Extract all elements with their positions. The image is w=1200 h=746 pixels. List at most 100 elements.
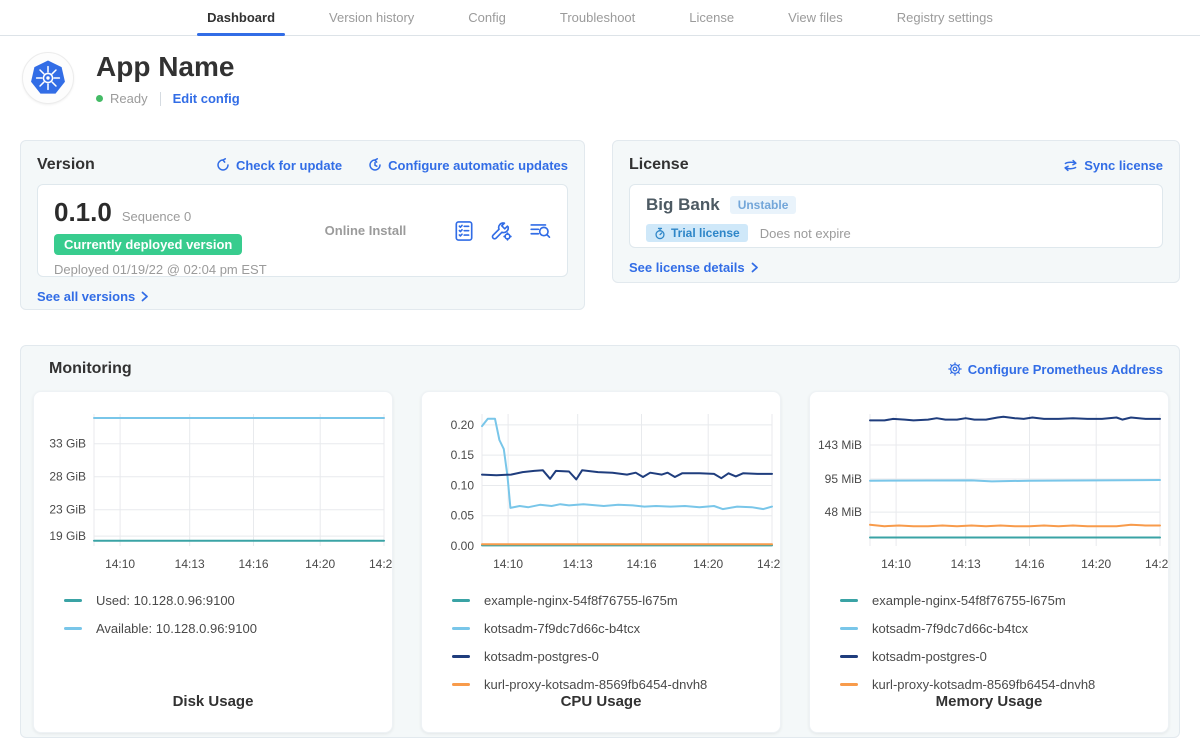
legend-dash-icon (452, 599, 470, 602)
configure-prometheus-link[interactable]: Configure Prometheus Address (948, 362, 1163, 377)
disk-usage-chart: 14:10 14:13 14:16 14:20 14:23 33 GiB 28 GiB 23 … (34, 400, 392, 582)
legend-dash-icon (452, 655, 470, 658)
legend-item: example-nginx-54f8f76755-l675m (452, 586, 780, 614)
gear-icon (948, 362, 962, 376)
memory-usage-chart-card: 14:1014:1314:1614:2014:23143 MiB95 MiB48… (809, 391, 1169, 733)
legend-dash-icon (840, 627, 858, 630)
tab-registry-settings[interactable]: Registry settings (887, 0, 1003, 35)
legend-label: Used: 10.128.0.96:9100 (96, 593, 235, 608)
current-version-panel: 0.1.0 Sequence 0 Currently deployed vers… (37, 184, 568, 277)
svg-text:33 GiB: 33 GiB (49, 437, 86, 451)
legend-item: example-nginx-54f8f76755-l675m (840, 586, 1168, 614)
legend-item: kotsadm-postgres-0 (840, 642, 1168, 670)
svg-text:14:13: 14:13 (563, 557, 593, 571)
chart-title: Disk Usage (34, 693, 392, 710)
svg-text:0.10: 0.10 (451, 478, 475, 492)
check-for-update-link[interactable]: Check for update (216, 158, 342, 173)
legend-item: Available: 10.128.0.96:9100 (64, 614, 392, 642)
legend-label: kurl-proxy-kotsadm-8569fb6454-dnvh8 (872, 677, 1095, 692)
license-panel: Big Bank Unstable Trial license Does not… (629, 184, 1163, 248)
license-card: License Sync license Big Bank Unstable T… (612, 140, 1180, 283)
svg-text:0.05: 0.05 (451, 509, 475, 523)
app-logo (22, 52, 74, 104)
svg-text:14:20: 14:20 (305, 557, 335, 571)
cpu-usage-chart: 14:10 14:13 14:16 14:20 14:23 0.20 0.15 0.10 0.0… (422, 400, 780, 582)
legend-label: Available: 10.128.0.96:9100 (96, 621, 257, 636)
tab-dashboard[interactable]: Dashboard (197, 0, 285, 35)
svg-text:14:20: 14:20 (693, 557, 723, 571)
license-expiration: Does not expire (760, 226, 851, 241)
configure-automatic-updates-link[interactable]: Configure automatic updates (368, 158, 568, 173)
tab-view-files[interactable]: View files (778, 0, 853, 35)
monitoring-title: Monitoring (49, 360, 132, 378)
cpu-usage-chart-card: 14:10 14:13 14:16 14:20 14:23 0.20 0.15 0.10 0.0… (421, 391, 781, 733)
svg-text:14:16: 14:16 (626, 557, 656, 571)
see-all-versions-link[interactable]: See all versions (37, 289, 149, 304)
svg-text:14:16: 14:16 (238, 557, 268, 571)
deployed-timestamp: Deployed 01/19/22 @ 02:04 pm EST (54, 262, 267, 277)
install-type: Online Install (325, 223, 407, 238)
stopwatch-icon (654, 227, 666, 240)
tab-troubleshoot[interactable]: Troubleshoot (550, 0, 645, 35)
svg-text:14:16: 14:16 (1014, 557, 1044, 571)
status-dot (96, 95, 103, 102)
legend-dash-icon (452, 683, 470, 686)
svg-text:14:10: 14:10 (105, 557, 135, 571)
legend-item: kotsadm-postgres-0 (452, 642, 780, 670)
version-card-title: Version (37, 156, 95, 174)
legend-dash-icon (452, 627, 470, 630)
view-logs-icon[interactable] (529, 220, 551, 242)
top-nav: Dashboard Version history Config Troublesho… (0, 0, 1200, 36)
page-title: App Name (96, 52, 240, 82)
disk-usage-chart-card: 14:10 14:13 14:16 14:20 14:23 33 GiB 28 GiB 23 … (33, 391, 393, 733)
tab-config[interactable]: Config (458, 0, 516, 35)
svg-text:14:23: 14:23 (1145, 557, 1168, 571)
svg-text:0.20: 0.20 (451, 418, 475, 432)
svg-text:143 MiB: 143 MiB (818, 438, 862, 452)
svg-text:23 GiB: 23 GiB (49, 503, 86, 517)
chart-title: Memory Usage (810, 693, 1168, 710)
license-type-badge: Trial license (646, 224, 748, 242)
kubernetes-icon (29, 59, 67, 97)
svg-text:14:13: 14:13 (951, 557, 981, 571)
legend-item: kotsadm-7f9dc7d66c-b4tcx (840, 614, 1168, 642)
svg-text:14:10: 14:10 (881, 557, 911, 571)
chart-title: CPU Usage (422, 693, 780, 710)
legend-dash-icon (64, 599, 82, 602)
app-header: App Name Ready Edit config (22, 52, 240, 106)
cpu-usage-legend: example-nginx-54f8f76755-l675m kotsadm-7f… (422, 586, 780, 698)
chevron-right-icon (141, 291, 149, 302)
tab-version-history[interactable]: Version history (319, 0, 424, 35)
chevron-right-icon (751, 262, 759, 273)
version-card: Version Check for update Configure autom… (20, 140, 585, 310)
legend-item: Used: 10.128.0.96:9100 (64, 586, 392, 614)
monitoring-section: Monitoring Configure Prometheus Address … (20, 345, 1180, 738)
svg-text:14:23: 14:23 (757, 557, 780, 571)
legend-dash-icon (840, 683, 858, 686)
deployed-badge: Currently deployed version (54, 234, 242, 255)
legend-dash-icon (840, 655, 858, 658)
config-wrench-icon[interactable] (491, 220, 513, 242)
svg-text:14:13: 14:13 (175, 557, 205, 571)
sync-icon (1063, 159, 1078, 172)
tab-license[interactable]: License (679, 0, 744, 35)
svg-text:14:23: 14:23 (369, 557, 392, 571)
see-license-details-link[interactable]: See license details (629, 260, 759, 275)
app-status: Ready (110, 91, 148, 106)
svg-text:14:10: 14:10 (493, 557, 523, 571)
svg-text:14:20: 14:20 (1081, 557, 1111, 571)
edit-config-link[interactable]: Edit config (173, 91, 240, 106)
svg-text:0.15: 0.15 (451, 448, 475, 462)
clock-refresh-icon (368, 158, 382, 172)
sync-license-link[interactable]: Sync license (1063, 158, 1163, 173)
svg-text:28 GiB: 28 GiB (49, 470, 86, 484)
legend-label: kotsadm-postgres-0 (484, 649, 599, 664)
license-assignee: Big Bank (646, 195, 720, 215)
legend-label: kotsadm-postgres-0 (872, 649, 987, 664)
legend-label: kotsadm-7f9dc7d66c-b4tcx (484, 621, 640, 636)
preflight-checks-icon[interactable] (453, 220, 475, 242)
legend-dash-icon (840, 599, 858, 602)
channel-badge: Unstable (730, 196, 797, 214)
legend-dash-icon (64, 627, 82, 630)
svg-text:95 MiB: 95 MiB (825, 472, 862, 486)
